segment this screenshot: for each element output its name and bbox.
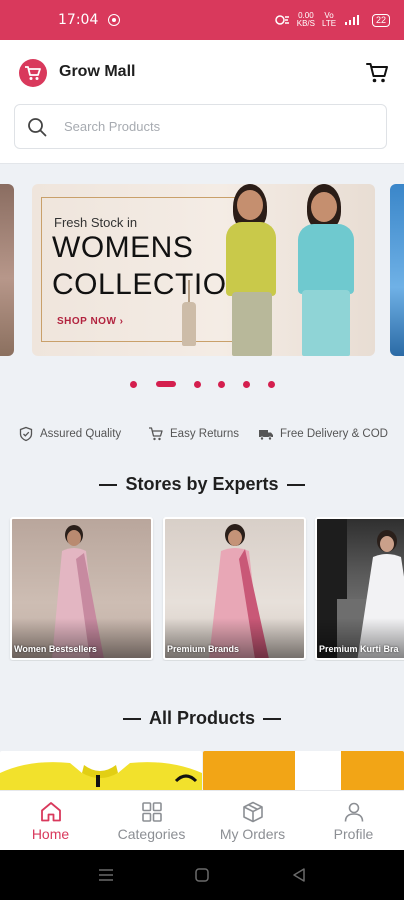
product-card-yellow-tee[interactable] [0, 751, 202, 791]
user-icon [344, 802, 363, 822]
stores-carousel[interactable]: Women Bestsellers Premium Brands Premium… [0, 517, 404, 661]
status-indicators: 0.00 KB/S Vo LTE 22 [274, 12, 390, 28]
banner-headline-line2: COLLECTION [52, 268, 249, 301]
brand-name: Grow Mall [59, 63, 136, 80]
home-button-icon[interactable] [195, 868, 209, 882]
screen-record-icon [108, 14, 121, 26]
banner-headline-line1: WOMENS [52, 231, 194, 264]
products-grid[interactable] [0, 751, 404, 791]
product-thumbnail [0, 762, 202, 791]
carousel-next-slide[interactable] [390, 184, 404, 356]
nav-categories[interactable]: Categories [101, 791, 202, 851]
store-card-label: Premium Kurti Bra [319, 644, 399, 654]
nav-my-orders[interactable]: My Orders [202, 791, 303, 851]
battery-indicator: 22 [371, 13, 390, 27]
store-card-premium-brands[interactable]: Premium Brands [163, 517, 306, 660]
chevron-right-icon: › [119, 316, 124, 327]
status-time: 17:04 [58, 12, 99, 28]
nav-label: Profile [333, 826, 374, 842]
nav-profile[interactable]: Profile [303, 791, 404, 851]
volte-tag: Vo LTE [321, 11, 337, 28]
truck-icon [259, 430, 273, 441]
back-icon[interactable] [292, 868, 306, 882]
alarm-icon [275, 15, 289, 25]
features-strip: Assured Quality Easy Returns Free Delive… [0, 424, 404, 446]
products-section-title: All Products [0, 708, 404, 729]
vase-decoration [182, 302, 196, 346]
feature-free-delivery: Free Delivery & COD [258, 426, 388, 442]
promo-carousel[interactable]: Fresh Stock in WOMENS COLLECTION SHOP NO… [0, 184, 404, 356]
status-bar: 17:04 0.00 KB/S Vo LTE 22 [0, 0, 404, 40]
nav-label: Categories [117, 826, 186, 842]
box-icon [242, 801, 263, 823]
carousel-dot[interactable] [243, 381, 250, 388]
signal-icon [344, 15, 359, 25]
carousel-dot[interactable] [194, 381, 201, 388]
bottom-navigation: Home Categories My Orders Profile [0, 790, 404, 850]
nav-label: Home [31, 826, 70, 842]
search-bar[interactable] [14, 104, 387, 149]
nav-label: My Orders [219, 826, 286, 842]
banner-womens-collection[interactable]: Fresh Stock in WOMENS COLLECTION SHOP NO… [32, 184, 375, 356]
carousel-dot-active[interactable] [156, 381, 176, 387]
grid-icon [141, 802, 162, 822]
home-icon [40, 802, 61, 822]
app-header: Grow Mall [0, 40, 404, 164]
title-dash-left [99, 484, 118, 487]
banner-kicker: Fresh Stock in [54, 215, 138, 230]
recent-apps-icon[interactable] [98, 868, 114, 882]
network-unit: KB/S [296, 19, 315, 28]
title-dash-left [122, 718, 141, 721]
store-card-label: Women Bestsellers [14, 644, 97, 654]
carousel-dot[interactable] [130, 381, 137, 388]
stores-section-title: Stores by Experts [0, 474, 404, 495]
shop-now-label: SHOP NOW [57, 316, 117, 327]
feature-easy-returns: Easy Returns [148, 426, 239, 442]
cart-return-icon [149, 427, 163, 441]
stores-title-text: Stores by Experts [125, 474, 279, 494]
shield-check-icon [19, 426, 33, 442]
carousel-prev-slide[interactable] [0, 184, 14, 356]
products-title-text: All Products [148, 708, 255, 728]
title-dash-right [286, 484, 305, 487]
system-navigation-bar [0, 850, 404, 900]
carousel-dot[interactable] [218, 381, 225, 388]
shop-now-link[interactable]: SHOP NOW › [57, 316, 124, 327]
product-card-orange[interactable] [203, 751, 404, 791]
store-card-premium-kurti[interactable]: Premium Kurti Bra [315, 517, 404, 660]
store-card-label: Premium Brands [167, 644, 240, 654]
carousel-dot[interactable] [268, 381, 275, 388]
network-speed: 0.00 KB/S [297, 12, 315, 28]
title-dash-right [263, 718, 281, 721]
feature-label: Free Delivery & COD [280, 428, 388, 440]
product-thumbnail [295, 751, 341, 791]
brand-logo-icon[interactable] [19, 59, 47, 87]
feature-label: Assured Quality [40, 428, 122, 440]
carousel-indicator [0, 378, 404, 390]
nav-home[interactable]: Home [0, 791, 101, 851]
cart-icon[interactable] [364, 60, 390, 86]
search-icon [28, 117, 47, 136]
feature-assured-quality: Assured Quality [18, 426, 121, 442]
store-card-women-bestsellers[interactable]: Women Bestsellers [10, 517, 153, 660]
feature-label: Easy Returns [170, 428, 240, 440]
search-input[interactable] [64, 119, 344, 134]
